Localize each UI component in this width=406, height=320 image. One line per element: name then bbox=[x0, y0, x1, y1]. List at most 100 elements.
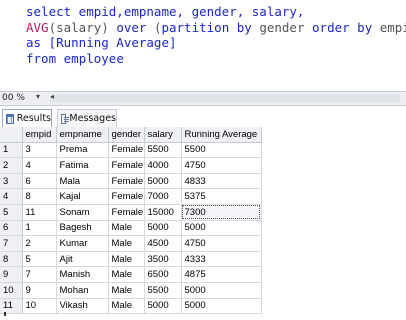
column-header-running-average[interactable]: Running Average bbox=[181, 127, 262, 143]
grid-icon bbox=[6, 113, 14, 124]
sql-line-2: AVG(salary) over (partition by gender or… bbox=[26, 20, 406, 36]
table-cell[interactable]: Male bbox=[108, 266, 145, 283]
table-cell[interactable]: Mohan bbox=[56, 282, 109, 299]
table-cell[interactable]: Female bbox=[108, 142, 145, 159]
table-cell[interactable]: 4000 bbox=[144, 157, 182, 174]
table-cell[interactable]: Male bbox=[108, 220, 145, 237]
table-cell[interactable]: Mala bbox=[56, 173, 109, 190]
table-cell[interactable]: 5000 bbox=[181, 220, 262, 237]
zoom-level[interactable]: 00 % bbox=[2, 93, 25, 103]
table-cell[interactable]: Kajal bbox=[56, 188, 109, 205]
table-cell[interactable]: 3 bbox=[22, 142, 57, 159]
table-cell[interactable]: Ajit bbox=[56, 251, 109, 268]
column-header-empid[interactable]: empid bbox=[22, 127, 57, 143]
results-grid[interactable]: empid empname gender salary Running Aver… bbox=[0, 127, 406, 315]
table-cell[interactable]: 5375 bbox=[181, 188, 262, 205]
table-row[interactable]: 11 10 Vikash Male 5000 5000 bbox=[0, 298, 262, 315]
sql-keyword: from bbox=[26, 50, 64, 66]
sql-table-name: employee bbox=[63, 50, 124, 66]
table-row[interactable]: 6 1 Bagesh Male 5000 5000 bbox=[0, 220, 262, 237]
table-cell[interactable]: 11 bbox=[22, 204, 57, 221]
chevron-down-icon[interactable]: ▾ bbox=[36, 92, 40, 101]
table-cell[interactable]: 6500 bbox=[144, 266, 182, 283]
table-cell[interactable]: 5000 bbox=[181, 282, 262, 299]
table-cell[interactable]: 3500 bbox=[144, 251, 182, 268]
table-cell[interactable]: 5500 bbox=[181, 142, 262, 159]
table-cell[interactable]: 4833 bbox=[181, 173, 262, 190]
table-row[interactable]: 3 6 Mala Female 5000 4833 bbox=[0, 173, 262, 190]
table-row[interactable]: 1 3 Prema Female 5500 5500 bbox=[0, 142, 262, 159]
row-number[interactable]: 2 bbox=[0, 157, 23, 174]
column-header-empname[interactable]: empname bbox=[56, 127, 109, 143]
table-cell[interactable]: Prema bbox=[56, 142, 109, 159]
table-row[interactable]: 4 8 Kajal Female 7000 5375 bbox=[0, 188, 262, 205]
table-cell[interactable]: Vikash bbox=[56, 298, 109, 315]
table-row[interactable]: 8 5 Ajit Male 3500 4333 bbox=[0, 251, 262, 268]
table-cell[interactable]: Sonam bbox=[56, 204, 109, 221]
table-cell[interactable]: Male bbox=[108, 235, 145, 252]
table-cell[interactable]: Female bbox=[108, 157, 145, 174]
results-tabs: Results Messages bbox=[0, 108, 406, 128]
table-cell[interactable]: 1 bbox=[22, 220, 57, 237]
row-number[interactable]: 10 bbox=[0, 282, 23, 299]
table-cell[interactable]: 6 bbox=[22, 173, 57, 190]
table-cell[interactable]: Female bbox=[108, 173, 145, 190]
table-cell[interactable]: Female bbox=[108, 204, 145, 221]
table-row[interactable]: 10 9 Mohan Male 5500 5000 bbox=[0, 282, 262, 299]
table-cell[interactable]: Manish bbox=[56, 266, 109, 283]
table-cell[interactable]: Kumar bbox=[56, 235, 109, 252]
row-number[interactable]: 7 bbox=[0, 235, 23, 252]
table-cell[interactable]: Fatima bbox=[56, 157, 109, 174]
sql-keyword: as bbox=[26, 35, 49, 50]
table-cell[interactable]: 4333 bbox=[181, 251, 262, 268]
table-cell[interactable]: 5 bbox=[22, 251, 57, 268]
table-cell[interactable]: Bagesh bbox=[56, 220, 109, 237]
table-cell[interactable]: 4500 bbox=[144, 235, 182, 252]
column-header-salary[interactable]: salary bbox=[144, 127, 182, 143]
zoom-bar: 00 % ▾ ◂ bbox=[0, 91, 406, 106]
table-cell[interactable]: Female bbox=[108, 188, 145, 205]
table-cell[interactable]: 5500 bbox=[144, 282, 182, 299]
table-cell[interactable]: 7 bbox=[22, 266, 57, 283]
table-cell[interactable]: Male bbox=[108, 298, 145, 315]
table-row[interactable]: 5 11 Sonam Female 15000 7300 bbox=[0, 204, 262, 221]
table-cell[interactable]: 4750 bbox=[181, 235, 262, 252]
table-cell[interactable]: 5500 bbox=[144, 142, 182, 159]
table-cell[interactable]: Male bbox=[108, 251, 145, 268]
table-cell[interactable]: 4 bbox=[22, 157, 57, 174]
table-cell[interactable]: 5000 bbox=[144, 173, 182, 190]
table-cell[interactable]: 15000 bbox=[144, 204, 182, 221]
table-cell[interactable]: 5000 bbox=[181, 298, 262, 315]
table-cell[interactable]: Male bbox=[108, 282, 145, 299]
table-cell[interactable]: 7000 bbox=[144, 188, 182, 205]
tab-results[interactable]: Results bbox=[2, 109, 52, 127]
table-cell[interactable]: 7300 bbox=[181, 204, 262, 221]
row-number[interactable]: 5 bbox=[0, 204, 23, 221]
tab-messages[interactable]: Messages bbox=[57, 109, 117, 127]
table-cell[interactable]: 9 bbox=[22, 282, 57, 299]
table-cell[interactable]: 4875 bbox=[181, 266, 262, 283]
sql-text: empid) bbox=[379, 19, 406, 35]
scroll-left-icon[interactable]: ◂ bbox=[50, 92, 54, 101]
table-row[interactable]: 9 7 Manish Male 6500 4875 bbox=[0, 266, 262, 283]
row-number[interactable]: 3 bbox=[0, 173, 23, 190]
row-number[interactable]: 9 bbox=[0, 266, 23, 283]
table-cell[interactable]: 5000 bbox=[144, 298, 182, 315]
table-cell[interactable]: 8 bbox=[22, 188, 57, 205]
sql-line-3: as [Running Average] bbox=[26, 35, 177, 51]
table-cell[interactable]: 4750 bbox=[181, 157, 262, 174]
table-cell[interactable]: 5000 bbox=[144, 220, 182, 237]
row-number[interactable]: 8 bbox=[0, 251, 23, 268]
table-row[interactable]: 7 2 Kumar Male 4500 4750 bbox=[0, 235, 262, 252]
horizontal-scrollbar[interactable] bbox=[50, 94, 400, 102]
sql-avg-fn: AVG bbox=[26, 19, 49, 35]
row-number[interactable]: 4 bbox=[0, 188, 23, 205]
row-number[interactable]: 1 bbox=[0, 142, 23, 159]
row-number[interactable]: 6 bbox=[0, 220, 23, 237]
table-cell[interactable]: 2 bbox=[22, 235, 57, 252]
grid-corner[interactable] bbox=[0, 127, 23, 143]
sql-editor[interactable]: select empid,empname, gender, salary, AV… bbox=[0, 0, 406, 88]
column-header-gender[interactable]: gender bbox=[108, 127, 145, 143]
table-cell[interactable]: 10 bbox=[22, 298, 57, 315]
table-row[interactable]: 2 4 Fatima Female 4000 4750 bbox=[0, 157, 262, 174]
